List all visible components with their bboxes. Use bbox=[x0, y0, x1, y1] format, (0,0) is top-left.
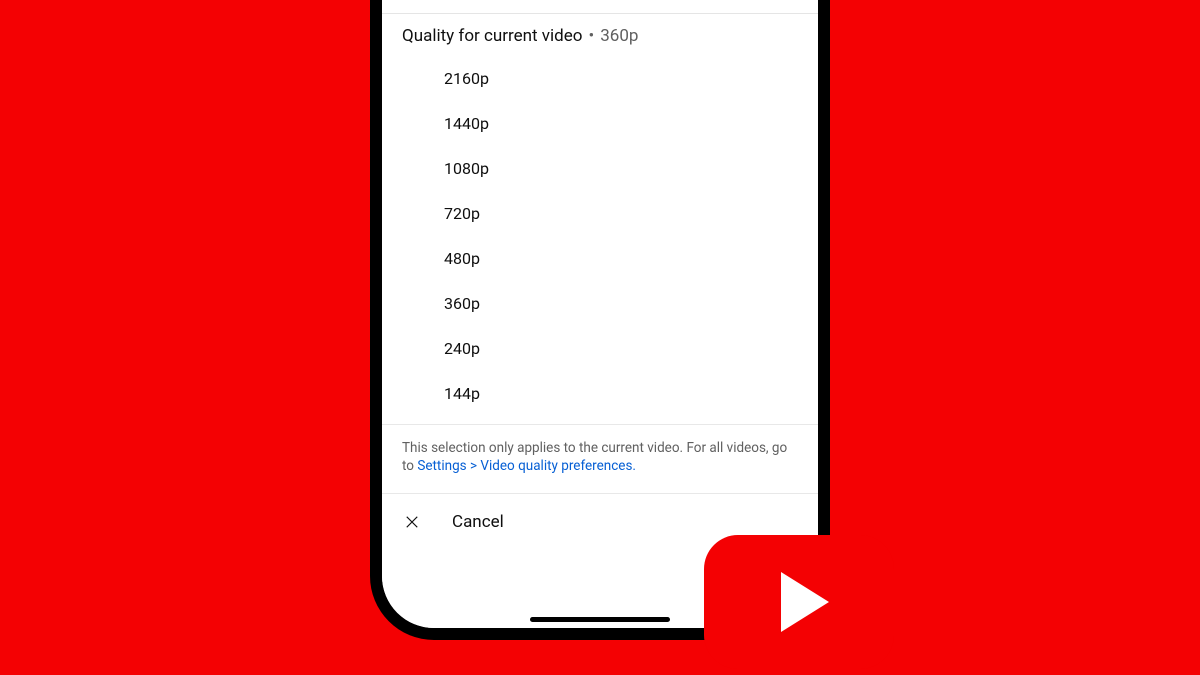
close-icon bbox=[402, 512, 422, 532]
play-icon bbox=[781, 572, 829, 632]
separator-dot: • bbox=[588, 26, 594, 46]
quality-option-1440p[interactable]: 1440p bbox=[382, 101, 818, 146]
selection-note: This selection only applies to the curre… bbox=[382, 424, 818, 493]
sheet-header: Quality for current video • 360p bbox=[382, 14, 818, 52]
quality-option-2160p[interactable]: 2160p bbox=[382, 56, 818, 101]
cancel-label: Cancel bbox=[452, 512, 504, 532]
quality-option-360p[interactable]: 360p bbox=[382, 281, 818, 326]
youtube-logo-icon bbox=[704, 535, 894, 669]
quality-option-1080p[interactable]: 1080p bbox=[382, 146, 818, 191]
quality-option-720p[interactable]: 720p bbox=[382, 191, 818, 236]
quality-option-480p[interactable]: 480p bbox=[382, 236, 818, 281]
quality-option-240p[interactable]: 240p bbox=[382, 326, 818, 371]
phone-screen: Quality for current video • 360p 2160p 1… bbox=[382, 0, 818, 628]
current-quality-value: 360p bbox=[600, 26, 638, 46]
quality-option-144p[interactable]: 144p bbox=[382, 371, 818, 416]
quality-options-list: 2160p 1440p 1080p 720p 480p 360p 240p 14… bbox=[382, 52, 818, 424]
sheet-title: Quality for current video bbox=[402, 26, 582, 46]
settings-link[interactable]: Settings > Video quality preferences. bbox=[417, 458, 636, 474]
background-content bbox=[382, 0, 818, 14]
home-indicator bbox=[530, 617, 670, 622]
